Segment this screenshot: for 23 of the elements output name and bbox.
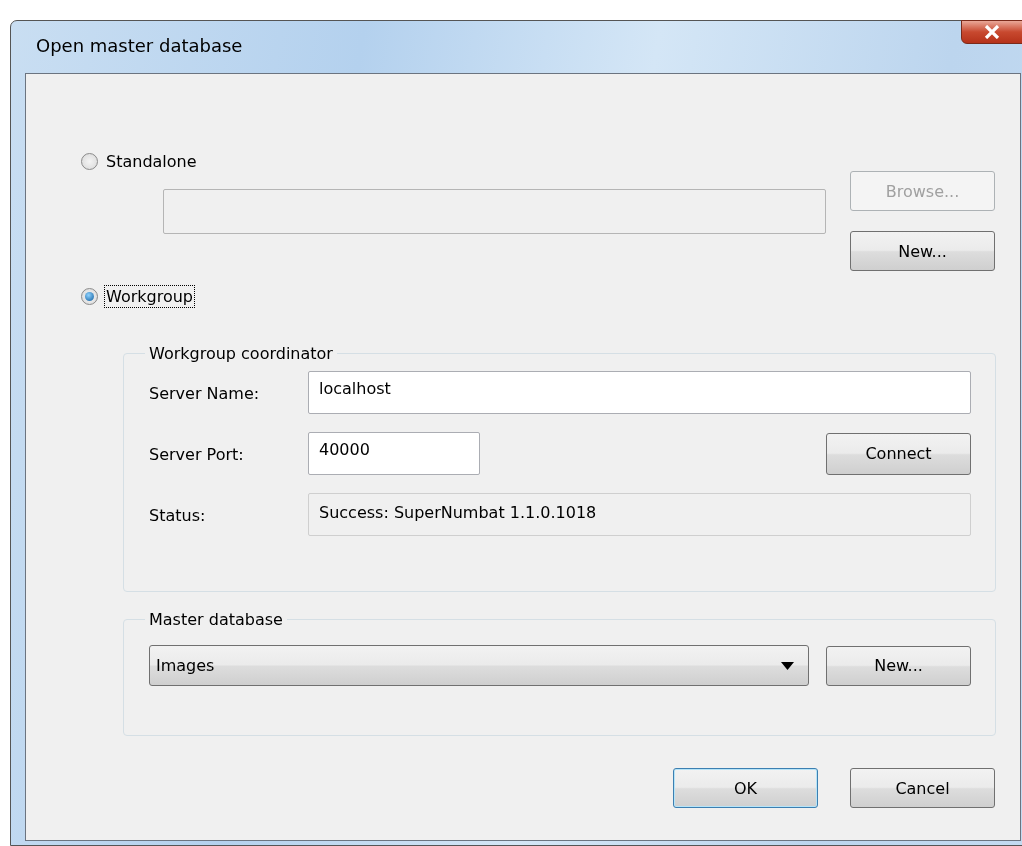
- server-port-field[interactable]: 40000: [308, 432, 480, 475]
- field-label: Server Port:: [149, 444, 245, 464]
- caret-icon: [781, 661, 794, 670]
- server-name-field[interactable]: localhost: [308, 371, 971, 414]
- group-title: Master database: [148, 610, 284, 629]
- radio-button[interactable]: [81, 153, 98, 170]
- window-title: Open master database: [35, 34, 243, 56]
- radio-label[interactable]: Workgroup: [104, 285, 195, 308]
- cancel-button[interactable]: Cancel: [850, 768, 995, 808]
- close-icon: [984, 25, 1000, 39]
- close-button[interactable]: [961, 20, 1022, 44]
- new-button[interactable]: New...: [850, 231, 995, 271]
- group-title: Workgroup coordinator: [148, 344, 334, 363]
- radio-label[interactable]: Standalone: [104, 150, 199, 173]
- field-label: Server Name:: [149, 383, 261, 403]
- new-button[interactable]: New...: [826, 645, 971, 686]
- status-field: Success: SuperNumbat 1.1.0.1018: [308, 493, 971, 536]
- ok-button[interactable]: OK: [673, 768, 818, 808]
- connect-button[interactable]: Connect: [826, 432, 971, 475]
- radio-button[interactable]: [81, 288, 98, 305]
- dropdown-value: Images: [156, 656, 215, 675]
- field-label: Status:: [149, 505, 207, 525]
- dropdown[interactable]: Images: [149, 645, 809, 686]
